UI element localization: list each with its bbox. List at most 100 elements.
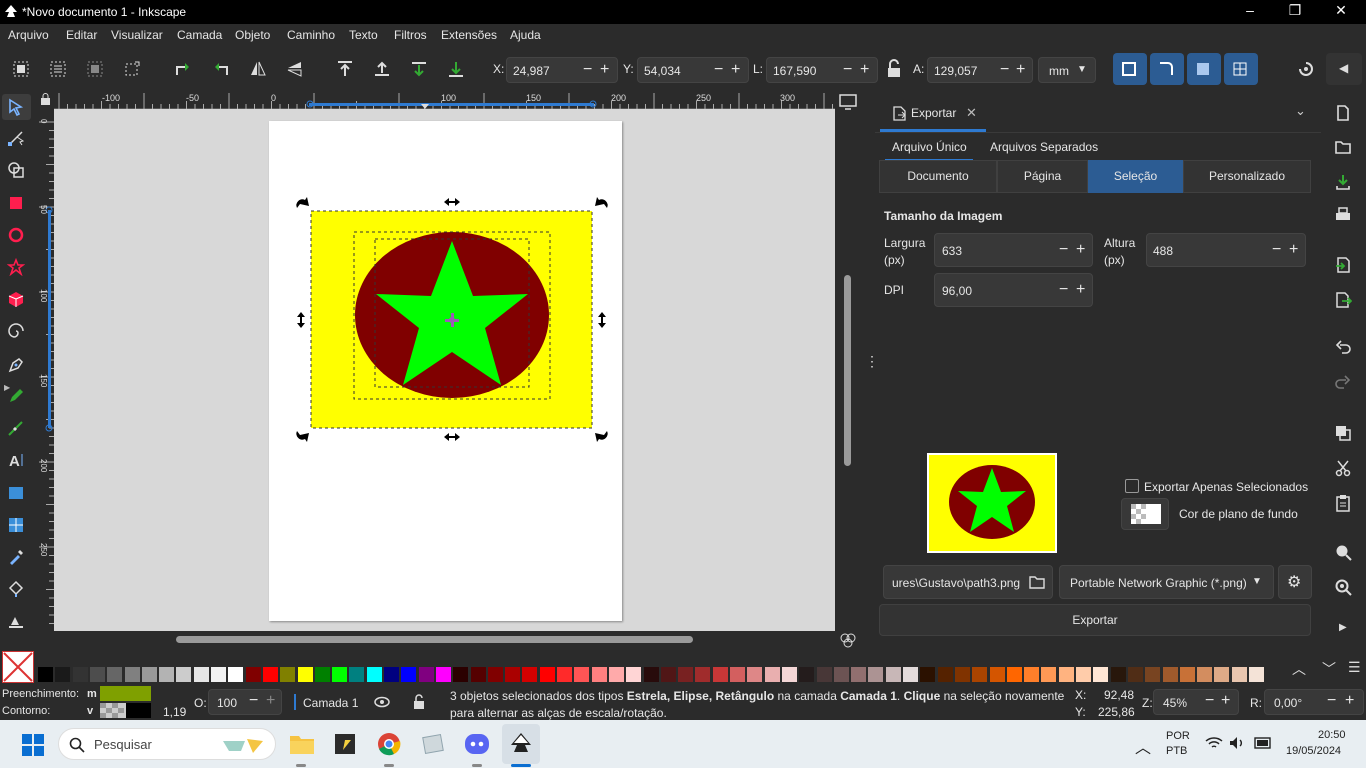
flip-horizontal-icon[interactable] — [248, 59, 268, 79]
spiral-tool-icon[interactable] — [7, 322, 25, 340]
y-field[interactable]: 54,034 − + — [637, 57, 749, 83]
export-button[interactable]: Exportar — [879, 604, 1311, 636]
deselect-icon[interactable] — [85, 59, 105, 79]
panel-menu-chevron-icon[interactable]: ⌄ — [1295, 103, 1306, 119]
clock-date[interactable]: 19/05/2024 — [1286, 745, 1341, 757]
toggle-selection-box-icon[interactable] — [122, 59, 142, 79]
palette-swatch[interactable] — [591, 667, 607, 682]
palette-swatch[interactable] — [557, 667, 572, 682]
rotate-decrement-button[interactable]: − — [1327, 692, 1336, 710]
palette-swatch[interactable] — [1179, 667, 1195, 682]
volume-icon[interactable] — [1228, 736, 1246, 750]
cut-icon[interactable] — [1334, 459, 1352, 477]
palette-swatch[interactable] — [885, 667, 901, 682]
skew-handle-right[interactable] — [598, 312, 606, 328]
palette-swatch[interactable] — [297, 667, 313, 682]
battery-icon[interactable] — [1252, 736, 1272, 750]
palette-swatch[interactable] — [1249, 667, 1264, 682]
gradient-tool-icon[interactable] — [7, 484, 25, 502]
panel-splitter[interactable]: ⋮ — [861, 91, 879, 649]
palette-swatch[interactable] — [72, 667, 88, 682]
palette-swatch[interactable] — [730, 667, 745, 682]
zoom-selection-icon[interactable] — [1334, 543, 1352, 561]
palette-swatch[interactable] — [107, 667, 123, 682]
tweak-tool-icon[interactable] — [7, 613, 25, 631]
taskbar-search-box[interactable]: Pesquisar — [58, 728, 276, 760]
sticky-notes-icon[interactable] — [334, 733, 356, 755]
new-document-icon[interactable] — [1334, 104, 1352, 122]
snap-toggle-icon[interactable] — [1296, 59, 1316, 79]
palette-swatch[interactable] — [1162, 667, 1178, 682]
palette-swatch[interactable] — [574, 667, 590, 682]
palette-swatch[interactable] — [55, 667, 71, 682]
no-paint-swatch[interactable] — [2, 651, 34, 683]
width-decrement-button[interactable]: − — [843, 61, 852, 79]
skew-handle-left[interactable] — [297, 312, 305, 328]
palette-swatch[interactable] — [626, 667, 642, 682]
palette-swatch[interactable] — [228, 667, 244, 682]
palette-scroll-down-icon[interactable]: ﹀ — [1322, 659, 1336, 679]
rotate-handle-bl[interactable] — [296, 431, 309, 442]
menu-editar[interactable]: Editar — [66, 28, 97, 42]
close-tab-icon[interactable]: ✕ — [966, 105, 977, 121]
skew-handle-bottom[interactable] — [444, 433, 460, 441]
palette-swatch[interactable] — [124, 667, 140, 682]
close-window-button[interactable]: ✕ — [1331, 2, 1351, 22]
layer-lock-icon[interactable] — [412, 694, 426, 710]
calligraphy-tool-icon[interactable] — [7, 419, 25, 437]
palette-swatch[interactable] — [176, 667, 192, 682]
palette-scroll-up-icon[interactable]: ︿ — [1292, 659, 1306, 679]
palette-swatch[interactable] — [678, 667, 694, 682]
palette-swatch[interactable] — [141, 667, 157, 682]
export-settings-button[interactable]: ⚙ — [1278, 565, 1312, 599]
menu-filtros[interactable]: Filtros — [394, 28, 427, 42]
zoom-field[interactable]: 45% − + — [1153, 689, 1239, 715]
select-all-layers-icon[interactable] — [48, 59, 68, 79]
inkscape-taskbar-button[interactable] — [502, 724, 540, 764]
chrome-icon[interactable] — [377, 732, 401, 756]
palette-swatch[interactable] — [989, 667, 1005, 682]
vertical-scroll-thumb[interactable] — [844, 275, 851, 466]
color-management-icon[interactable] — [838, 631, 858, 649]
export-file-icon[interactable] — [1334, 291, 1352, 309]
width-field[interactable]: 167,590 − + — [766, 57, 878, 83]
palette-swatch[interactable] — [470, 667, 486, 682]
app-window-icon[interactable] — [421, 732, 445, 756]
rotate-cw-icon[interactable] — [211, 59, 231, 79]
palette-swatch[interactable] — [1127, 667, 1143, 682]
layer-visibility-eye-icon[interactable] — [373, 695, 391, 709]
palette-swatch[interactable] — [280, 667, 296, 682]
vertical-ruler[interactable]: 0 50 100 150 200 250 — [37, 109, 54, 631]
palette-swatch[interactable] — [799, 667, 815, 682]
palette-swatch[interactable] — [435, 667, 451, 682]
rotate-increment-button[interactable]: + — [1345, 692, 1354, 710]
star-tool-icon[interactable] — [7, 258, 25, 276]
menu-visualizar[interactable]: Visualizar — [111, 28, 163, 42]
palette-swatch[interactable] — [193, 667, 209, 682]
lower-icon[interactable] — [409, 59, 429, 79]
move-patterns-button[interactable] — [1224, 53, 1258, 85]
zoom-in-button[interactable]: + — [1221, 692, 1230, 710]
wifi-icon[interactable] — [1205, 736, 1223, 750]
height-increment-button[interactable]: + — [1016, 61, 1025, 79]
rotate-handle-tr[interactable] — [595, 197, 608, 208]
dpi-field[interactable]: 96,00 − + — [934, 273, 1093, 307]
palette-swatch[interactable] — [89, 667, 105, 682]
save-icon[interactable] — [1334, 173, 1352, 191]
windows-start-icon[interactable] — [22, 734, 44, 756]
palette-swatch[interactable] — [539, 667, 555, 682]
y-decrement-button[interactable]: − — [714, 61, 723, 79]
format-select[interactable]: Portable Network Graphic (*.png) ▼ — [1059, 565, 1274, 599]
raise-to-top-icon[interactable] — [335, 59, 355, 79]
palette-swatch[interactable] — [833, 667, 849, 682]
menu-texto[interactable]: Texto — [349, 28, 378, 42]
mode-custom-button[interactable]: Personalizado — [1183, 160, 1311, 193]
open-file-icon[interactable] — [1334, 138, 1352, 156]
ellipse-tool-icon[interactable] — [7, 226, 25, 244]
subtab-batch-export[interactable]: Arquivos Separados — [990, 140, 1098, 154]
palette-swatch[interactable] — [453, 667, 469, 682]
palette-swatch[interactable] — [505, 667, 521, 682]
copy-icon[interactable] — [1334, 424, 1352, 442]
palette-swatch[interactable] — [384, 667, 399, 682]
pen-tool-icon[interactable] — [7, 356, 25, 374]
